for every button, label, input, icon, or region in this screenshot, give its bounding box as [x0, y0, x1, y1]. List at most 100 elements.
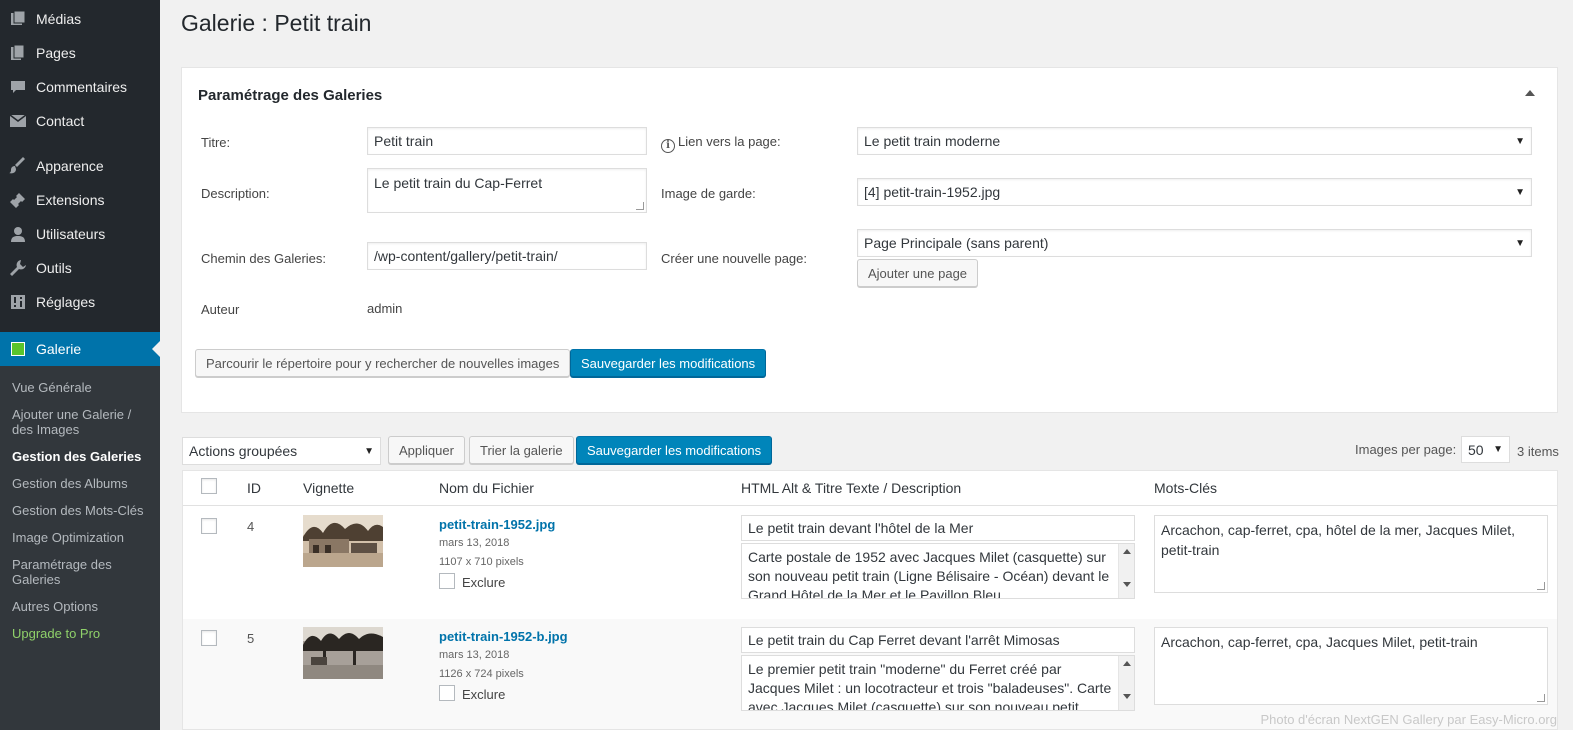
menu-label: Utilisateurs — [36, 226, 106, 242]
apply-button[interactable]: Appliquer — [388, 436, 465, 464]
menu-item-extensions[interactable]: Extensions — [0, 183, 160, 217]
collapse-toggle-icon[interactable] — [1525, 90, 1535, 96]
scrollbar[interactable] — [1118, 656, 1134, 710]
link-label-text: Lien vers la page: — [678, 134, 781, 149]
submenu-ajouter-galerie[interactable]: Ajouter une Galerie / des Images — [12, 407, 152, 437]
menu-item-pages[interactable]: Pages — [0, 36, 160, 70]
menu-label: Médias — [36, 11, 82, 27]
link-page-select[interactable]: Le petit train moderne ▼ — [857, 127, 1532, 155]
path-input[interactable]: /wp-content/gallery/petit-train/ — [367, 242, 647, 270]
submenu-gestion-mots-cles[interactable]: Gestion des Mots-Clés — [12, 503, 152, 518]
menu-item-medias[interactable]: Médias — [0, 2, 160, 36]
submenu-autres-options[interactable]: Autres Options — [12, 599, 152, 614]
image-thumbnail[interactable] — [303, 627, 383, 679]
description-value: Carte postale de 1952 avec Jacques Milet… — [748, 549, 1110, 599]
menu-item-contact[interactable]: Contact — [0, 104, 160, 138]
submenu-gestion-galeries[interactable]: Gestion des Galeries — [12, 449, 152, 464]
scroll-up-icon[interactable] — [1123, 549, 1131, 554]
image-date: mars 13, 2018 — [439, 537, 510, 549]
column-id[interactable]: ID — [247, 480, 261, 496]
add-page-button[interactable]: Ajouter une page — [857, 259, 979, 287]
title-input-value: Petit train — [374, 133, 434, 149]
description-textarea[interactable]: Carte postale de 1952 avec Jacques Milet… — [741, 543, 1135, 599]
alt-title-value: Le petit train du Cap Ferret devant l'ar… — [748, 632, 1060, 648]
image-id: 4 — [247, 519, 255, 534]
menu-item-reglages[interactable]: Réglages — [0, 285, 160, 319]
submenu-vue-generale[interactable]: Vue Générale — [12, 380, 152, 395]
submenu-parametrage-galeries[interactable]: Paramétrage des Galeries — [12, 557, 122, 587]
panel-title: Paramétrage des Galeries — [198, 87, 383, 104]
save-changes-button[interactable]: Sauvegarder les modifications — [576, 436, 773, 464]
select-all-checkbox[interactable] — [201, 478, 217, 494]
menu-item-utilisateurs[interactable]: Utilisateurs — [0, 217, 160, 251]
chevron-down-icon: ▼ — [1515, 186, 1525, 198]
filename-link[interactable]: petit-train-1952-b.jpg — [439, 629, 568, 644]
user-icon — [0, 226, 36, 242]
column-filename[interactable]: Nom du Fichier — [439, 480, 534, 496]
save-settings-button[interactable]: Sauvegarder les modifications — [570, 349, 767, 377]
image-thumbnail[interactable] — [303, 515, 383, 567]
submenu-image-optimization[interactable]: Image Optimization — [12, 530, 152, 545]
scan-folder-button[interactable]: Parcourir le répertoire pour y recherche… — [195, 349, 571, 377]
new-page-value: Page Principale (sans parent) — [864, 235, 1049, 251]
filename-link[interactable]: petit-train-1952.jpg — [439, 517, 555, 532]
brush-icon — [0, 157, 36, 175]
cover-image-select[interactable]: [4] petit-train-1952.jpg ▼ — [857, 178, 1532, 206]
settings-icon — [0, 294, 36, 310]
scroll-down-icon[interactable] — [1123, 694, 1131, 699]
new-page-select[interactable]: Page Principale (sans parent) ▼ — [857, 229, 1532, 257]
description-textarea[interactable]: Le petit train du Cap-Ferret — [367, 168, 647, 213]
exclude-checkbox[interactable] — [439, 573, 455, 589]
submenu-gestion-albums[interactable]: Gestion des Albums — [12, 476, 152, 491]
menu-item-outils[interactable]: Outils — [0, 251, 160, 285]
gallery-icon — [0, 342, 36, 356]
scroll-up-icon[interactable] — [1123, 661, 1131, 666]
row-checkbox[interactable] — [201, 518, 217, 534]
path-input-value: /wp-content/gallery/petit-train/ — [374, 248, 558, 264]
author-value: admin — [367, 301, 403, 316]
title-input[interactable]: Petit train — [367, 127, 647, 155]
new-page-label: Créer une nouvelle page: — [661, 251, 807, 266]
bulk-actions-select[interactable]: Actions groupées ▼ — [182, 437, 381, 465]
alt-title-input[interactable]: Le petit train du Cap Ferret devant l'ar… — [741, 627, 1135, 653]
alt-title-input[interactable]: Le petit train devant l'hôtel de la Mer — [741, 515, 1135, 541]
comment-icon — [0, 79, 36, 95]
submenu-upgrade-pro[interactable]: Upgrade to Pro — [12, 626, 152, 641]
tags-textarea[interactable]: Arcachon, cap-ferret, cpa, Jacques Milet… — [1154, 627, 1548, 705]
row-checkbox[interactable] — [201, 630, 217, 646]
menu-item-commentaires[interactable]: Commentaires — [0, 70, 160, 104]
resize-handle-icon[interactable] — [636, 202, 644, 210]
menu-label: Extensions — [36, 192, 105, 208]
page-title: Galerie : Petit train — [181, 10, 372, 36]
column-thumbnail: Vignette — [303, 480, 355, 496]
tags-textarea[interactable]: Arcachon, cap-ferret, cpa, hôtel de la m… — [1154, 515, 1548, 593]
description-value: Le premier petit train "moderne" du Ferr… — [748, 661, 1112, 711]
chevron-down-icon: ▼ — [1493, 444, 1503, 455]
resize-handle-icon[interactable] — [1537, 694, 1545, 702]
menu-label: Apparence — [36, 158, 104, 174]
menu-item-galerie[interactable]: Galerie — [0, 332, 160, 366]
menu-item-apparence[interactable]: Apparence — [0, 149, 160, 183]
image-size: 1126 x 724 pixels — [439, 668, 524, 680]
plugin-icon — [0, 191, 36, 209]
per-page-select[interactable]: 50 ▼ — [1461, 436, 1510, 463]
image-date: mars 13, 2018 — [439, 649, 510, 661]
link-page-value: Le petit train moderne — [864, 133, 1001, 149]
bulk-actions-value: Actions groupées — [189, 443, 298, 459]
menu-label: Pages — [36, 45, 76, 61]
resize-handle-icon[interactable] — [1537, 582, 1545, 590]
image-id: 5 — [247, 631, 255, 646]
menu-label: Commentaires — [36, 79, 128, 95]
sort-gallery-button[interactable]: Trier la galerie — [469, 436, 574, 464]
description-textarea[interactable]: Le premier petit train "moderne" du Ferr… — [741, 655, 1135, 711]
images-table: ID Vignette Nom du Fichier HTML Alt & Ti… — [182, 470, 1558, 730]
scrollbar[interactable] — [1118, 544, 1134, 598]
per-page-label: Images per page: — [1355, 442, 1457, 457]
scroll-down-icon[interactable] — [1123, 582, 1131, 587]
tags-value: Arcachon, cap-ferret, cpa, hôtel de la m… — [1161, 522, 1516, 558]
cover-image-value: [4] petit-train-1952.jpg — [864, 184, 1001, 200]
exclude-checkbox[interactable] — [439, 685, 455, 701]
admin-sidebar: Médias Pages Commentaires Contact Appare… — [0, 0, 160, 730]
items-count: 3 items — [1517, 444, 1559, 459]
info-icon[interactable]: i — [661, 138, 675, 153]
